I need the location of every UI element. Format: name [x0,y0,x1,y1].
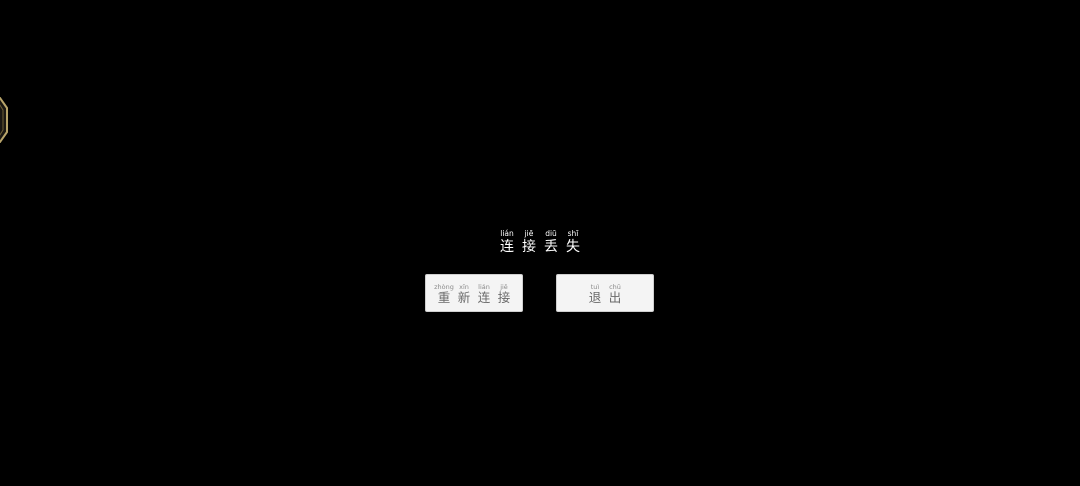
title-hanzi: 接 [522,238,536,255]
dialog-title: lián 连 jiē 接 diū 丢 shī 失 [0,230,1080,254]
button-hanzi: 退 [588,290,602,305]
connection-lost-screen: lián 连 jiē 接 diū 丢 shī 失 zhòng 重 xīn 新 l… [0,0,1080,486]
button-hanzi: 新 [457,290,471,305]
title-char: jiē 接 [520,230,539,254]
exit-button[interactable]: tuì 退 chū 出 [556,274,654,312]
title-pinyin: shī [567,229,579,238]
title-char: diū 丢 [542,230,561,254]
title-pinyin: lián [500,229,514,238]
button-char: tuì 退 [586,283,604,305]
reconnect-button[interactable]: zhòng 重 xīn 新 lián 连 jiē 接 [425,274,523,312]
title-hanzi: 丢 [544,238,558,255]
button-char: zhòng 重 [434,283,454,305]
title-char: lián 连 [498,230,517,254]
button-char: chū 出 [606,283,624,305]
button-hanzi: 连 [477,290,491,305]
title-char: shī 失 [564,230,583,254]
button-char: jiē 接 [495,283,513,305]
title-pinyin: jiē [524,229,534,238]
button-hanzi: 重 [437,290,451,305]
title-hanzi: 连 [500,238,514,255]
button-hanzi: 出 [608,290,622,305]
button-char: lián 连 [475,283,493,305]
button-char: xīn 新 [455,283,473,305]
title-pinyin: diū [545,229,557,238]
octagon-badge-icon [0,97,8,143]
button-hanzi: 接 [497,290,511,305]
title-hanzi: 失 [566,238,580,255]
